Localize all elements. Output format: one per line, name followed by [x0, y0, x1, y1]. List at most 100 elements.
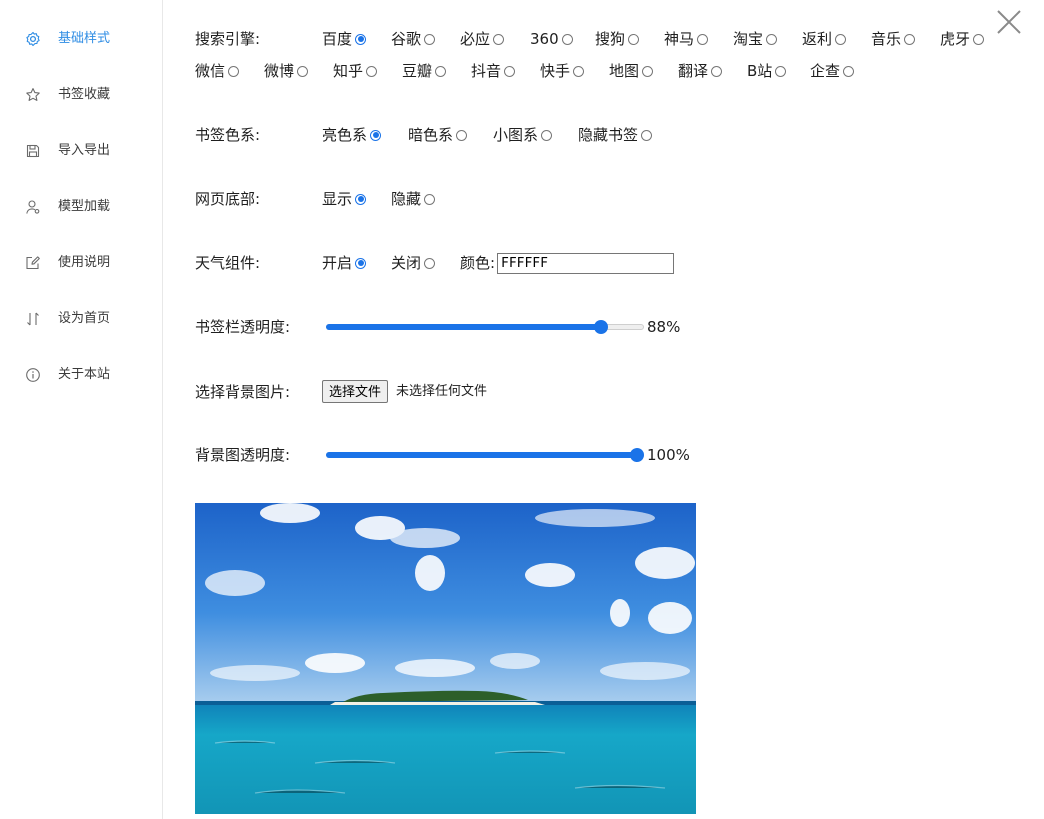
slider-thumb[interactable] [594, 320, 608, 334]
radio-button[interactable] [697, 33, 709, 45]
radio-option[interactable]: 抖音 [471, 61, 516, 81]
radio-button[interactable] [424, 33, 436, 45]
radio-button[interactable] [561, 33, 573, 45]
radio-button[interactable] [541, 129, 553, 141]
radio-button[interactable] [766, 33, 778, 45]
radio-option[interactable]: 神马 [664, 29, 709, 49]
radio-option[interactable]: 关闭 [391, 253, 436, 273]
radio-option[interactable]: 音乐 [871, 29, 916, 49]
background-opacity-slider[interactable] [326, 447, 644, 463]
radio-button[interactable] [642, 65, 654, 77]
sidebar-item-label: 模型加载 [58, 199, 111, 214]
radio-button[interactable] [904, 33, 916, 45]
edit-icon [25, 255, 41, 271]
radio-option[interactable]: 返利 [802, 29, 847, 49]
bookmark-color-label: 书签色系: [195, 126, 261, 144]
radio-option-label: 360 [530, 30, 559, 48]
sidebar-item-label: 设为首页 [58, 311, 111, 326]
file-status: 未选择任何文件 [396, 384, 488, 399]
sidebar-item-import-export[interactable]: 导入导出 [0, 131, 162, 171]
radio-button[interactable] [297, 65, 309, 77]
slider-thumb[interactable] [630, 448, 644, 462]
radio-button[interactable] [424, 257, 436, 269]
weather-color-input[interactable] [497, 253, 674, 274]
radio-button[interactable] [355, 193, 367, 205]
radio-button[interactable] [355, 257, 367, 269]
radio-option[interactable]: 微信 [195, 61, 240, 81]
radio-button[interactable] [424, 193, 436, 205]
radio-option-label: 搜狗 [595, 30, 626, 48]
radio-button[interactable] [573, 65, 585, 77]
radio-button[interactable] [228, 65, 240, 77]
radio-option-label: 亮色系 [322, 126, 368, 144]
radio-option[interactable]: 暗色系 [408, 125, 468, 145]
footer-label: 网页底部: [195, 190, 261, 208]
radio-option[interactable]: 豆瓣 [402, 61, 447, 81]
sort-arrows-icon [25, 311, 41, 327]
sidebar-item-set-homepage[interactable]: 设为首页 [0, 299, 162, 339]
radio-option[interactable]: 开启 [322, 253, 367, 273]
radio-option-label: 隐藏书签 [578, 126, 639, 144]
radio-button[interactable] [843, 65, 855, 77]
radio-option[interactable]: 亮色系 [322, 125, 382, 145]
radio-button[interactable] [355, 33, 367, 45]
radio-option-label: 抖音 [471, 62, 502, 80]
radio-option[interactable]: 360 [530, 29, 573, 49]
star-icon [25, 87, 41, 103]
radio-option[interactable]: 淘宝 [733, 29, 778, 49]
radio-option[interactable]: 地图 [609, 61, 654, 81]
radio-button[interactable] [835, 33, 847, 45]
radio-option[interactable]: 谷歌 [391, 29, 436, 49]
radio-option-label: 音乐 [871, 30, 902, 48]
radio-option-label: 必应 [460, 30, 491, 48]
radio-button[interactable] [641, 129, 653, 141]
sidebar-item-instructions[interactable]: 使用说明 [0, 243, 162, 283]
radio-option-label: 小图系 [493, 126, 539, 144]
radio-button[interactable] [775, 65, 787, 77]
radio-option-label: 豆瓣 [402, 62, 433, 80]
sidebar-item-bookmarks[interactable]: 书签收藏 [0, 75, 162, 115]
search-engine-label: 搜索引擎: [195, 30, 261, 48]
sidebar-item-about[interactable]: 关于本站 [0, 355, 162, 395]
radio-button[interactable] [504, 65, 516, 77]
radio-option-label: 快手 [540, 62, 571, 80]
bookmark-opacity-slider[interactable] [326, 319, 644, 335]
sidebar-item-model-load[interactable]: 模型加载 [0, 187, 162, 227]
radio-option-label: 微信 [195, 62, 226, 80]
sidebar-item-label: 导入导出 [58, 143, 111, 158]
radio-option[interactable]: 百度 [322, 29, 367, 49]
radio-button[interactable] [711, 65, 723, 77]
radio-button[interactable] [456, 129, 468, 141]
radio-button[interactable] [366, 65, 378, 77]
radio-option[interactable]: 搜狗 [595, 29, 640, 49]
radio-option[interactable]: 隐藏书签 [578, 125, 653, 145]
radio-option[interactable]: 翻译 [678, 61, 723, 81]
radio-option-label: B站 [747, 62, 773, 80]
radio-option-label: 地图 [609, 62, 640, 80]
radio-option-label: 显示 [322, 190, 353, 208]
radio-option[interactable]: 微博 [264, 61, 309, 81]
radio-option[interactable]: 虎牙 [940, 29, 985, 49]
sidebar-item-basic-style[interactable]: 基础样式 [0, 19, 162, 59]
slider-fill [326, 452, 637, 458]
radio-option[interactable]: 知乎 [333, 61, 378, 81]
radio-option[interactable]: 必应 [460, 29, 505, 49]
radio-option[interactable]: 快手 [540, 61, 585, 81]
radio-option[interactable]: B站 [747, 61, 787, 81]
radio-button[interactable] [493, 33, 505, 45]
user-model-icon [25, 199, 41, 215]
radio-button[interactable] [973, 33, 985, 45]
radio-option-label: 百度 [322, 30, 353, 48]
radio-button[interactable] [628, 33, 640, 45]
radio-option[interactable]: 企查 [810, 61, 855, 81]
close-button[interactable] [995, 8, 1023, 36]
choose-file-button[interactable]: 选择文件 [322, 380, 389, 403]
sidebar-item-label: 关于本站 [58, 367, 111, 382]
radio-option[interactable]: 小图系 [493, 125, 553, 145]
radio-option[interactable]: 显示 [322, 189, 367, 209]
radio-button[interactable] [370, 129, 382, 141]
sidebar-item-label: 基础样式 [58, 31, 111, 46]
radio-button[interactable] [435, 65, 447, 77]
radio-option[interactable]: 隐藏 [391, 189, 436, 209]
background-opacity-label: 背景图透明度: [195, 446, 291, 464]
